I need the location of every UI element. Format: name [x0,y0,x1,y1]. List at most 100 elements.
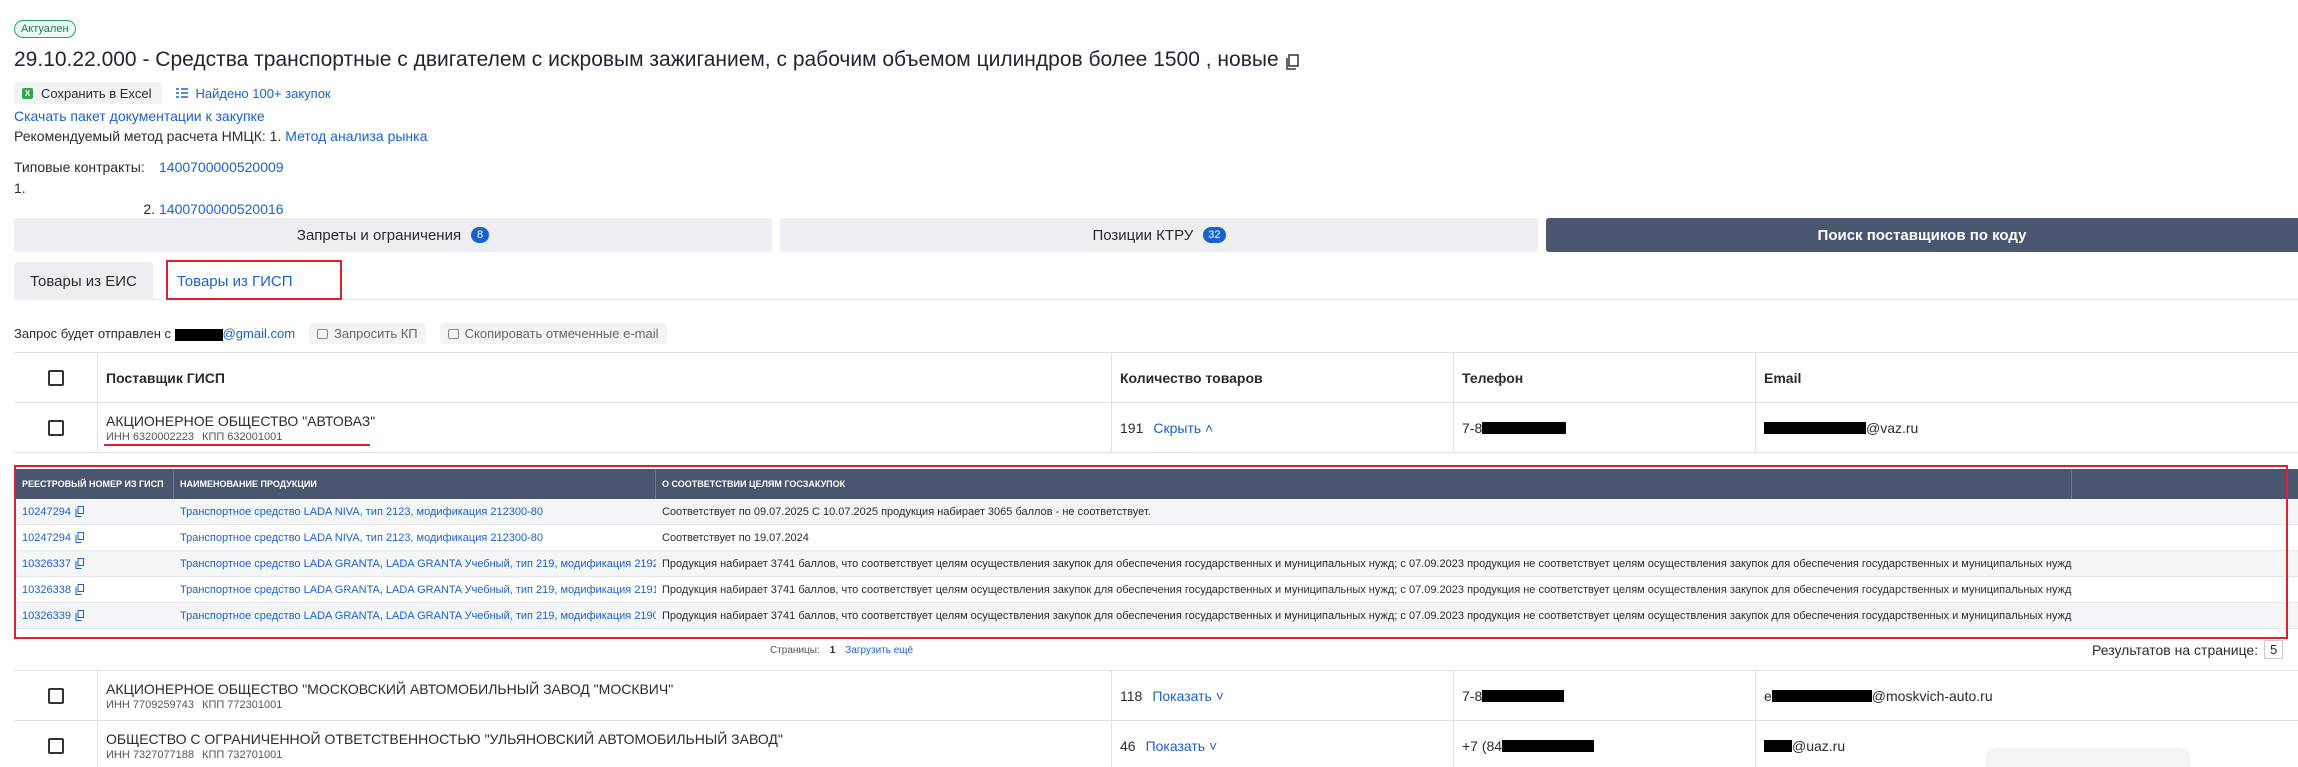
row-checkbox[interactable] [47,737,64,754]
product-link[interactable]: Транспортное средство LADA GRANTA, LADA … [180,584,656,596]
request-row: Запрос будет отправлен с @gmail.com Запр… [14,323,667,344]
products-panel: Реестровый номер из ГИСП Наименование пр… [14,465,2298,637]
compliance-cell: Продукция набирает 3741 баллов, что соот… [656,577,2072,602]
contract-num: 2. [143,201,155,217]
floating-toolbar[interactable] [1988,750,2188,767]
reg-number-link[interactable]: 10326338 [22,584,71,596]
compliance-cell: Продукция набирает 3741 баллов, что соот… [656,551,2072,576]
load-more-link[interactable]: Загрузить ещё [845,645,913,656]
compliance-text: Продукция набирает 3741 баллов, что соот… [662,609,2072,622]
suppliers-table: Поставщик ГИСП Количество товаров Телефо… [14,352,2298,453]
header-supplier[interactable]: Поставщик ГИСП [98,353,1112,402]
redacted [174,328,223,341]
phone-cell: 7-8 [1454,403,1756,452]
email-value: @vaz.ru [1866,419,1919,436]
reg-number-cell: 10326337 [16,551,174,576]
product-row: 10326337 Транспортное средство LADA GRANT… [16,551,2298,577]
tab-eis-goods[interactable]: Товары из ЕИС [14,262,153,300]
per-page-select[interactable]: 5 [2264,640,2284,659]
email-value: @moskvich-auto.ru [1871,687,1993,704]
empty-cell [2072,577,2298,602]
supplier-cell: АКЦИОНЕРНОЕ ОБЩЕСТВО "МОСКОВСКИЙ АВТОМОБ… [98,671,1112,720]
mail-icon [317,328,329,339]
save-excel-label: Сохранить в Excel [41,85,152,101]
request-prefix: Запрос будет отправлен с [14,326,171,341]
redacted [1771,689,1872,702]
save-excel-button[interactable]: X Сохранить в Excel [14,82,162,104]
table-header: Поставщик ГИСП Количество товаров Телефо… [14,353,2298,403]
reg-number-cell: 10247294 [16,499,174,524]
compliance-text: Продукция набирает 3741 баллов, что соот… [662,583,2072,596]
compliance-cell: Соответствует по 09.07.2025 С 10.07.2025… [656,499,2072,524]
row-checkbox[interactable] [47,687,64,704]
tab-ktru[interactable]: Позиции КТРУ 32 [780,218,1538,252]
product-link[interactable]: Транспортное средство LADA NIVA, тип 212… [180,506,543,518]
compliance-cell: Продукция набирает 3741 баллов, что соот… [656,603,2072,628]
contracts-label: Типовые контракты: 1. [14,159,145,196]
copy-icon[interactable] [75,532,84,543]
nmck-method: Рекомендуемый метод расчета НМЦК: 1. Мет… [14,128,427,144]
reg-number-cell: 10326338 [16,577,174,602]
product-cell: Транспортное средство LADA NIVA, тип 212… [174,499,656,524]
compliance-text: Соответствует по 19.07.2024 [662,531,809,544]
supplier-name: АКЦИОНЕРНОЕ ОБЩЕСТВО "МОСКОВСКИЙ АВТОМОБ… [106,680,674,697]
email-value: @uaz.ru [1792,737,1846,754]
supplier-ids: ИНН 7327077188 КПП 732701001 [106,748,283,761]
contract-link[interactable]: 1400700000520016 [159,199,284,220]
download-docs-link[interactable]: Скачать пакет документации к закупке [14,108,265,124]
tab-supplier-search[interactable]: Поиск поставщиков по коду [1546,218,2298,252]
header-compliance: О соответствии целям госзакупок [656,469,2072,499]
product-link[interactable]: Транспортное средство LADA GRANTA, LADA … [180,610,656,622]
tab-gisp-goods[interactable]: Товары из ГИСП [160,262,309,300]
contract-link[interactable]: 1400700000520009 [159,157,284,199]
reg-number-link[interactable]: 10247294 [22,532,71,544]
supplier-name: ОБЩЕСТВО С ОГРАНИЧЕННОЙ ОТВЕТСТВЕННОСТЬЮ… [106,730,783,747]
per-page: Результатов на странице: 5 [2092,640,2284,659]
select-all-checkbox[interactable] [47,369,64,386]
hide-toggle[interactable]: Скрыть ˄ [1153,420,1213,436]
copy-icon[interactable] [75,506,84,517]
products-rows: 10247294 Транспортное средство LADA NIVA,… [16,499,2298,629]
compliance-text: Соответствует по 09.07.2025 С 10.07.2025… [662,505,1151,518]
sender-email[interactable]: @gmail.com [223,326,295,341]
tab-ktru-label: Позиции КТРУ [1092,226,1194,244]
found-purchases-link[interactable]: Найдено 100+ закупок [175,86,331,101]
copy-icon[interactable] [75,584,84,595]
request-kp-button[interactable]: Запросить КП [309,323,426,344]
show-toggle[interactable]: Показать ˅ [1152,688,1224,704]
phone-cell: 7-8 [1454,671,1756,720]
phone-value: 7-8 [1462,687,1483,704]
tab-restrictions[interactable]: Запреты и ограничения 8 [14,218,772,252]
quantity-value: 118 [1120,687,1143,704]
reg-number-link[interactable]: 10247294 [22,506,71,518]
product-row: 10247294 Транспортное средство LADA NIVA,… [16,499,2298,525]
row-checkbox-cell [14,403,98,452]
copy-icon[interactable] [75,558,84,569]
pager-page[interactable]: 1 [830,645,836,656]
row-checkbox-cell [14,671,98,720]
copy-icon[interactable] [75,610,84,621]
copy-icon[interactable] [1285,52,1299,70]
row-checkbox[interactable] [47,419,64,436]
email-cell: e @moskvich-auto.ru [1756,671,2298,720]
header-email[interactable]: Email [1756,353,2298,402]
product-link[interactable]: Транспортное средство LADA GRANTA, LADA … [180,558,656,570]
nmck-method-link[interactable]: Метод анализа рынка [285,128,427,144]
reg-number-link[interactable]: 10326339 [22,610,71,622]
count-badge: 32 [1203,227,1226,243]
pager-label: Страницы: [770,645,820,656]
status-badge: Актуален [14,20,76,38]
quantity-cell: 191 Скрыть ˄ [1112,403,1454,452]
product-link[interactable]: Транспортное средство LADA NIVA, тип 212… [180,532,543,544]
show-toggle[interactable]: Показать ˅ [1146,738,1218,754]
redacted [1764,739,1792,752]
header-quantity[interactable]: Количество товаров [1112,353,1454,402]
copy-emails-button[interactable]: Скопировать отмеченные e-mail [439,323,667,344]
reg-number-cell: 10326339 [16,603,174,628]
products-table: Реестровый номер из ГИСП Наименование пр… [16,469,2298,629]
quantity-value: 46 [1120,737,1136,754]
product-cell: Транспортное средство LADA GRANTA, LADA … [174,577,656,602]
nmck-label: Рекомендуемый метод расчета НМЦК: 1. [14,128,282,144]
reg-number-link[interactable]: 10326337 [22,558,71,570]
header-phone[interactable]: Телефон [1454,353,1756,402]
